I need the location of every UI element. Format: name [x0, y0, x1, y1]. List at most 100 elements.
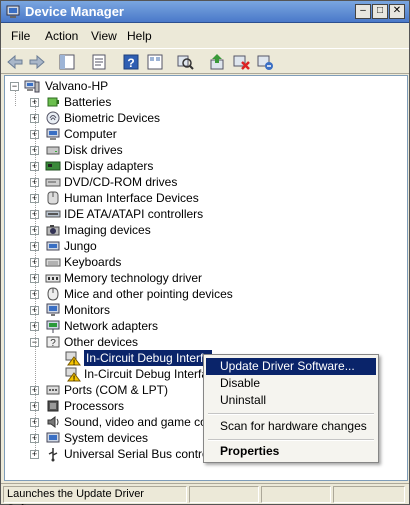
tree-node-label: In-Circuit Debug Interfa — [84, 367, 209, 381]
monitor-icon — [45, 302, 61, 318]
menu-update-driver-software[interactable]: Update Driver Software... — [206, 358, 376, 375]
svg-text:?: ? — [50, 338, 56, 349]
category-display-adapters[interactable]: + Display adapters — [5, 158, 405, 174]
help-icon[interactable]: ? — [121, 52, 141, 72]
toolbar: ? — [1, 48, 409, 74]
close-button[interactable]: ✕ — [389, 4, 405, 19]
category-human-interface-devices[interactable]: + Human Interface Devices — [5, 190, 405, 206]
tree-node-label: Ports (COM & LPT) — [64, 383, 169, 397]
tree-node-label: Other devices — [64, 335, 139, 349]
menu-uninstall[interactable]: Uninstall — [206, 392, 376, 409]
camera-icon — [45, 222, 61, 238]
menu-bar: File Action View Help — [1, 25, 409, 47]
category-ide-ata-atapi-controllers[interactable]: + IDE ATA/ATAPI controllers — [5, 206, 405, 222]
show-hide-console-tree-icon[interactable] — [57, 52, 77, 72]
status-pane-4 — [333, 486, 405, 503]
category-memory-technology-driver[interactable]: + Memory technology driver — [5, 270, 405, 286]
properties-icon[interactable] — [89, 52, 109, 72]
tree-node-label: Universal Serial Bus controlle — [64, 447, 221, 461]
tree-node-label: Keyboards — [64, 255, 122, 269]
ide-controller-icon — [45, 206, 61, 222]
device-manager-icon — [5, 4, 21, 20]
tree-node-label: Batteries — [64, 95, 112, 109]
uninstall-device-icon[interactable] — [255, 52, 275, 72]
tree-node-label: Mice and other pointing devices — [64, 287, 233, 301]
back-arrow-icon[interactable] — [5, 52, 25, 72]
battery-icon — [45, 94, 61, 110]
menu-help[interactable]: Help — [127, 29, 152, 43]
menu-action[interactable]: Action — [45, 29, 78, 43]
keyboard-icon — [45, 254, 61, 270]
category-jungo[interactable]: + Jungo — [5, 238, 405, 254]
title-bar[interactable]: Device Manager – □ ✕ — [1, 1, 409, 23]
view-icon[interactable] — [145, 52, 165, 72]
disable-device-icon[interactable] — [231, 52, 251, 72]
forward-arrow-icon[interactable] — [27, 52, 47, 72]
sound-icon — [45, 414, 61, 430]
computer-root-icon — [24, 78, 40, 94]
warning-device-icon: ! — [65, 366, 81, 382]
tree-node-label: Display adapters — [64, 159, 154, 173]
tree-node-label: Network adapters — [64, 319, 159, 333]
category-computer[interactable]: + Computer — [5, 126, 405, 142]
tree-node-label: Biometric Devices — [64, 111, 161, 125]
tree-node-label: DVD/CD-ROM drives — [64, 175, 178, 189]
category-disk-drives[interactable]: + Disk drives — [5, 142, 405, 158]
status-bar: Launches the Update Driver Software — [1, 483, 409, 505]
category-mice-and-other-pointing-devices[interactable]: + Mice and other pointing devices — [5, 286, 405, 302]
usb-icon — [45, 446, 61, 462]
hid-icon — [45, 190, 61, 206]
menu-scan-hardware[interactable]: Scan for hardware changes — [206, 418, 376, 435]
jungo-icon — [45, 238, 61, 254]
tree-guide-line — [15, 90, 16, 106]
minimize-button[interactable]: – — [355, 4, 371, 19]
category-batteries[interactable]: + Batteries — [5, 94, 405, 110]
root-label: Valvano-HP — [45, 79, 109, 93]
memory-icon — [45, 270, 61, 286]
disk-drive-icon — [45, 142, 61, 158]
category-biometric-devices[interactable]: + Biometric Devices — [5, 110, 405, 126]
unknown-device-icon: ? — [45, 334, 61, 350]
category-other-devices[interactable]: −? Other devices — [5, 334, 405, 350]
category-monitors[interactable]: + Monitors — [5, 302, 405, 318]
processor-icon — [45, 398, 61, 414]
computer-icon — [45, 126, 61, 142]
tree-node-label: In-Circuit Debug Interfa — [84, 350, 213, 366]
mouse-icon — [45, 286, 61, 302]
context-menu: Update Driver Software... Disable Uninst… — [203, 354, 379, 463]
category-dvd-cd-rom-drives[interactable]: + DVD/CD-ROM drives — [5, 174, 405, 190]
tree-node-label: Monitors — [64, 303, 111, 317]
display-adapter-icon — [45, 158, 61, 174]
device-manager-window: Device Manager – □ ✕ File Action View He… — [0, 0, 410, 505]
category-network-adapters[interactable]: + Network adapters — [5, 318, 405, 334]
status-pane-2 — [189, 486, 259, 503]
network-adapter-icon — [45, 318, 61, 334]
svg-text:?: ? — [127, 56, 134, 70]
category-imaging-devices[interactable]: + Imaging devices — [5, 222, 405, 238]
tree-node-label: Memory technology driver — [64, 271, 203, 285]
update-driver-icon[interactable] — [207, 52, 227, 72]
tree-node-label: Imaging devices — [64, 223, 151, 237]
port-icon — [45, 382, 61, 398]
menu-separator — [208, 413, 374, 415]
window-title: Device Manager — [25, 4, 124, 19]
menu-view[interactable]: View — [91, 29, 117, 43]
dvd-drive-icon — [45, 174, 61, 190]
menu-file[interactable]: File — [11, 29, 30, 43]
menu-properties[interactable]: Properties — [206, 443, 376, 460]
menu-disable[interactable]: Disable — [206, 375, 376, 392]
maximize-button[interactable]: □ — [372, 4, 388, 19]
tree-node-label: Sound, video and game cont — [64, 415, 217, 429]
tree-node-label: Jungo — [64, 239, 97, 253]
tree-node-label: Computer — [64, 127, 117, 141]
tree-root[interactable]: − Valvano-HP — [5, 78, 205, 94]
category-keyboards[interactable]: + Keyboards — [5, 254, 405, 270]
tree-node-label: System devices — [64, 431, 149, 445]
fingerprint-icon — [45, 110, 61, 126]
tree-node-label: Human Interface Devices — [64, 191, 199, 205]
scan-hardware-icon[interactable] — [175, 52, 195, 72]
system-device-icon — [45, 430, 61, 446]
tree-guide-line — [35, 100, 36, 454]
warning-device-icon: ! — [65, 350, 81, 366]
tree-node-label: IDE ATA/ATAPI controllers — [64, 207, 204, 221]
